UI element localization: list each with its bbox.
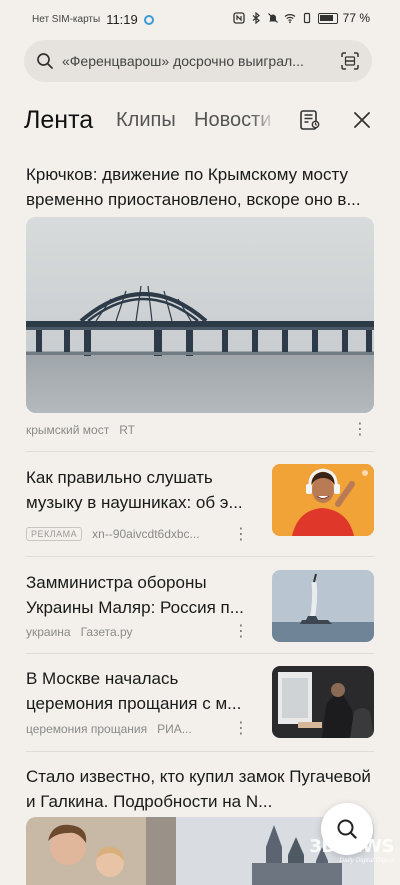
article-thumb-woman-headphones[interactable]	[272, 464, 374, 536]
feed-item[interactable]: В Москве началась церемония прощания с м…	[26, 666, 258, 716]
headline[interactable]: В Москве началась церемония прощания с м…	[26, 666, 258, 716]
article-meta: украина Газета.ру	[26, 625, 133, 639]
divider	[26, 451, 374, 452]
feed-item-ad[interactable]: Как правильно слушать музыку в наушниках…	[26, 465, 258, 515]
scan-icon[interactable]	[340, 51, 360, 71]
mute-bell-icon	[267, 13, 278, 23]
article-source[interactable]: Газета.ру	[81, 625, 133, 639]
bluetooth-icon	[252, 12, 260, 24]
more-options-icon[interactable]: ⋮	[352, 422, 368, 438]
nfc-icon	[232, 12, 245, 24]
woman-headphones-illustration	[272, 464, 374, 536]
feed-item-featured[interactable]: Стало известно, кто купил замок Пугачево…	[26, 764, 376, 814]
article-source[interactable]: RT	[119, 423, 135, 437]
headline[interactable]: Крючков: движение по Крымскому мосту вре…	[26, 162, 376, 212]
feed-item-featured[interactable]: Крючков: движение по Крымскому мосту вре…	[26, 162, 376, 212]
more-options-icon[interactable]: ⋮	[233, 721, 249, 737]
article-image-crimean-bridge[interactable]	[26, 217, 374, 413]
watermark-tagline: Daily Digital Digest	[339, 857, 394, 864]
watermark-logo: 3DNEWS Daily Digital Digest	[302, 836, 394, 872]
battery-percent: 77 %	[342, 11, 370, 25]
wifi-icon	[284, 14, 296, 24]
tab-clips[interactable]: Клипы	[116, 100, 176, 140]
notification-dot-icon	[143, 14, 154, 25]
search-bar[interactable]: «Ференцварош» досрочно выиграл...	[24, 40, 372, 82]
headline[interactable]: Стало известно, кто купил замок Пугачево…	[26, 764, 376, 814]
tab-feed[interactable]: Лента	[24, 100, 93, 140]
divider	[26, 653, 374, 654]
article-tag[interactable]: украина	[26, 625, 71, 639]
article-meta: крымский мост RT	[26, 423, 135, 437]
watermark-brand: 3DNEWS	[309, 836, 394, 857]
feed-item[interactable]: Замминистра обороны Украины Маляр: Росси…	[26, 570, 258, 620]
article-source[interactable]: xn--90aivcdt6dxbc...	[92, 527, 199, 541]
search-query[interactable]: «Ференцварош» досрочно выиграл...	[62, 53, 324, 69]
article-source[interactable]: РИА...	[157, 722, 192, 736]
bridge-illustration	[26, 217, 374, 413]
tab-bar: Лента Клипы Новости	[24, 100, 376, 140]
search-icon	[37, 53, 53, 69]
headline[interactable]: Замминистра обороны Украины Маляр: Росси…	[26, 570, 258, 620]
article-thumb-missile-launch[interactable]	[272, 570, 374, 642]
more-options-icon[interactable]: ⋮	[233, 527, 249, 543]
vibrate-icon	[303, 12, 310, 24]
divider	[26, 751, 374, 752]
news-settings-icon[interactable]	[298, 108, 322, 132]
article-tag[interactable]: крымский мост	[26, 423, 109, 437]
article-tag[interactable]: церемония прощания	[26, 722, 147, 736]
headline[interactable]: Как правильно слушать музыку в наушниках…	[26, 465, 258, 515]
missile-launch-illustration	[272, 570, 374, 642]
status-bar: Нет SIM-карты 11:19 77 %	[0, 0, 400, 38]
more-options-icon[interactable]: ⋮	[233, 624, 249, 640]
battery-icon	[317, 12, 338, 24]
close-icon[interactable]	[350, 108, 374, 132]
article-meta: церемония прощания РИА...	[26, 722, 192, 736]
divider	[26, 556, 374, 557]
article-thumb-farewell-ceremony[interactable]	[272, 666, 374, 738]
tab-fade	[252, 100, 276, 140]
ceremony-illustration	[272, 666, 374, 738]
ad-badge: РЕКЛАМА	[26, 527, 83, 541]
clock: 11:19	[106, 12, 138, 27]
carrier-label: Нет SIM-карты	[32, 14, 101, 25]
article-meta: РЕКЛАМА xn--90aivcdt6dxbc...	[26, 527, 200, 541]
